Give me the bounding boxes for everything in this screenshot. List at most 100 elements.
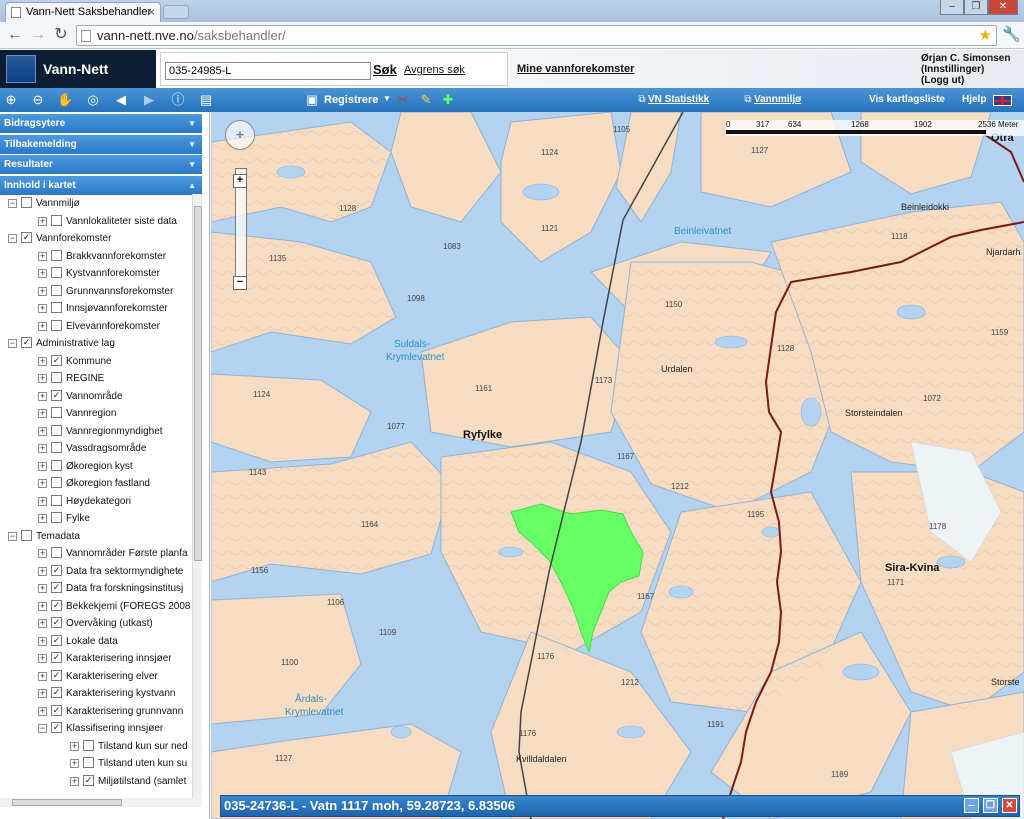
show-layer-list-link[interactable]: Vis kartlagsliste	[869, 94, 945, 105]
expand-icon[interactable]: +	[38, 304, 47, 313]
expand-icon[interactable]: +	[38, 286, 47, 296]
water-environment-link[interactable]: Vannmiljø	[754, 94, 801, 105]
layer-checkbox[interactable]	[21, 529, 32, 541]
layer-tree-item[interactable]: + Tilstand kun sur ned	[70, 739, 192, 756]
layer-tree-item[interactable]: − Temadata	[8, 529, 192, 546]
layer-tree-item[interactable]: + Kystvannforekomster	[38, 266, 192, 283]
next-extent-icon[interactable]: ▶	[141, 92, 157, 108]
layer-tree-item[interactable]: + ✓ Karakterisering grunnvann	[38, 704, 192, 721]
layer-tree-item[interactable]: + Grunnvannsforekomster	[38, 284, 192, 301]
expand-icon[interactable]: +	[38, 461, 47, 471]
layer-tree-item[interactable]: + Vassdragsområde	[38, 441, 192, 458]
expand-icon[interactable]: +	[38, 549, 47, 558]
expand-icon[interactable]: +	[38, 601, 47, 611]
search-input[interactable]	[165, 62, 371, 80]
expand-icon[interactable]: +	[38, 706, 47, 716]
expand-icon[interactable]: +	[38, 409, 47, 418]
zoom-in-button[interactable]: +	[233, 174, 247, 188]
expand-icon[interactable]: +	[38, 321, 47, 331]
collapse-icon[interactable]: −	[8, 234, 17, 243]
expand-icon[interactable]: +	[38, 654, 47, 663]
collapse-icon[interactable]: −	[8, 339, 17, 348]
previous-extent-icon[interactable]: ◀	[113, 92, 129, 108]
layer-checkbox[interactable]	[51, 372, 62, 383]
reload-icon[interactable]: ↻	[51, 25, 71, 45]
layer-checkbox[interactable]	[83, 739, 94, 751]
expand-icon[interactable]: +	[38, 374, 47, 383]
layer-tree-horizontal-scrollbar[interactable]	[0, 798, 202, 807]
layer-checkbox[interactable]: ✓	[51, 617, 62, 628]
layer-tree-item[interactable]: + ✓ Lokale data	[38, 634, 192, 651]
expand-icon[interactable]: +	[38, 566, 47, 576]
draw-pencil-icon[interactable]: ✎	[418, 92, 434, 108]
logout-link[interactable]: (Logg ut)	[921, 75, 1010, 86]
collapse-icon[interactable]: −	[8, 531, 17, 541]
layer-tree-item[interactable]: + ✓ Data fra forskningsinstitusj	[38, 581, 192, 598]
settings-link[interactable]: (Innstillinger)	[921, 64, 1010, 75]
layer-tree-item[interactable]: + Vannlokaliteter siste data	[38, 214, 192, 231]
layer-tree-item[interactable]: + Vannregionmyndighet	[38, 424, 192, 441]
my-water-bodies-link[interactable]: Mine vannforekomster	[517, 63, 634, 75]
layer-checkbox[interactable]	[51, 249, 62, 261]
layer-tree-item[interactable]: + Brakkvannforekomster	[38, 249, 192, 266]
info-icon[interactable]: ⓘ	[170, 92, 186, 108]
expand-icon[interactable]: +	[38, 444, 47, 453]
layer-checkbox[interactable]	[51, 214, 62, 226]
layer-tree-item[interactable]: − ✓ Vannforekomster	[8, 231, 192, 248]
layer-tree-item[interactable]: + Vannregion	[38, 406, 192, 423]
layer-checkbox[interactable]	[51, 302, 62, 313]
layer-tree-item[interactable]: + ✓ Data fra sektormyndighete	[38, 564, 192, 581]
expand-icon[interactable]: +	[38, 391, 47, 401]
expand-icon[interactable]: +	[70, 741, 79, 751]
panel-map-contents[interactable]: Innhold i kartet ▲	[0, 176, 202, 195]
layer-checkbox[interactable]: ✓	[51, 564, 62, 576]
expand-icon[interactable]: +	[38, 496, 47, 506]
layer-checkbox[interactable]	[51, 547, 62, 558]
layer-checkbox[interactable]	[51, 442, 62, 453]
layer-checkbox[interactable]: ✓	[21, 337, 32, 348]
layer-tree-item[interactable]: + Økoregion kyst	[38, 459, 192, 476]
layer-checkbox[interactable]: ✓	[51, 687, 62, 698]
search-button[interactable]: Søk	[373, 62, 397, 77]
scrollbar-thumb[interactable]	[12, 799, 122, 806]
close-icon[interactable]: ✕	[1002, 798, 1017, 813]
expand-icon[interactable]: +	[38, 356, 47, 366]
layer-checkbox[interactable]: ✓	[21, 232, 32, 243]
layer-checkbox[interactable]	[51, 424, 62, 436]
layer-checkbox[interactable]	[21, 197, 32, 208]
minimize-button[interactable]: ‒	[940, 0, 964, 15]
layer-checkbox[interactable]: ✓	[51, 389, 62, 401]
layer-tree-scrollbar[interactable]	[192, 194, 202, 798]
pan-hand-icon[interactable]: ✋	[57, 92, 73, 108]
layer-tree-item[interactable]: + ✓ Overvåking (utkast)	[38, 616, 192, 633]
layer-checkbox[interactable]: ✓	[51, 354, 62, 366]
register-menu[interactable]: Registrere	[324, 94, 378, 106]
print-icon[interactable]: ▤	[198, 92, 214, 108]
panel-results[interactable]: Resultater ▼	[0, 155, 202, 174]
layer-checkbox[interactable]: ✓	[51, 634, 62, 646]
layer-tree-item[interactable]: − ✓ Klassifisering innsjøer	[38, 721, 192, 738]
layer-tree-item[interactable]: + Vannområder Første planfa	[38, 546, 192, 563]
layer-tree-item[interactable]: + ✓ Karakterisering kystvann	[38, 686, 192, 703]
layer-tree-item[interactable]: + Tilstand uten kun su	[70, 756, 192, 773]
layer-tree-item[interactable]: − ✓ Administrative lag	[8, 336, 192, 353]
zoom-extent-icon[interactable]: ◎	[85, 92, 101, 108]
layer-tree-item[interactable]: + ✓ Vannområde	[38, 389, 192, 406]
url-input[interactable]: vann-nett.nve.no/saksbehandler/ ★	[76, 25, 997, 46]
layer-checkbox[interactable]	[51, 284, 62, 296]
layer-checkbox[interactable]	[51, 512, 62, 523]
minimize-icon[interactable]: ‒	[964, 798, 979, 813]
add-user-icon[interactable]: ✚	[440, 92, 456, 108]
expand-icon[interactable]: +	[38, 426, 47, 436]
uk-flag-icon[interactable]	[993, 95, 1012, 106]
layer-checkbox[interactable]	[51, 319, 62, 331]
vn-statistics-link[interactable]: VN Statistikk	[648, 94, 709, 105]
layer-checkbox[interactable]: ✓	[51, 704, 62, 716]
expand-icon[interactable]: +	[38, 216, 47, 226]
zoom-out-button[interactable]: −	[233, 276, 247, 290]
restore-icon[interactable]: ❐	[983, 798, 998, 813]
layer-checkbox[interactable]: ✓	[51, 669, 62, 681]
layer-checkbox[interactable]: ✓	[51, 582, 62, 593]
refine-search-link[interactable]: Avgrens søk	[404, 64, 465, 76]
layer-checkbox[interactable]	[51, 477, 62, 488]
